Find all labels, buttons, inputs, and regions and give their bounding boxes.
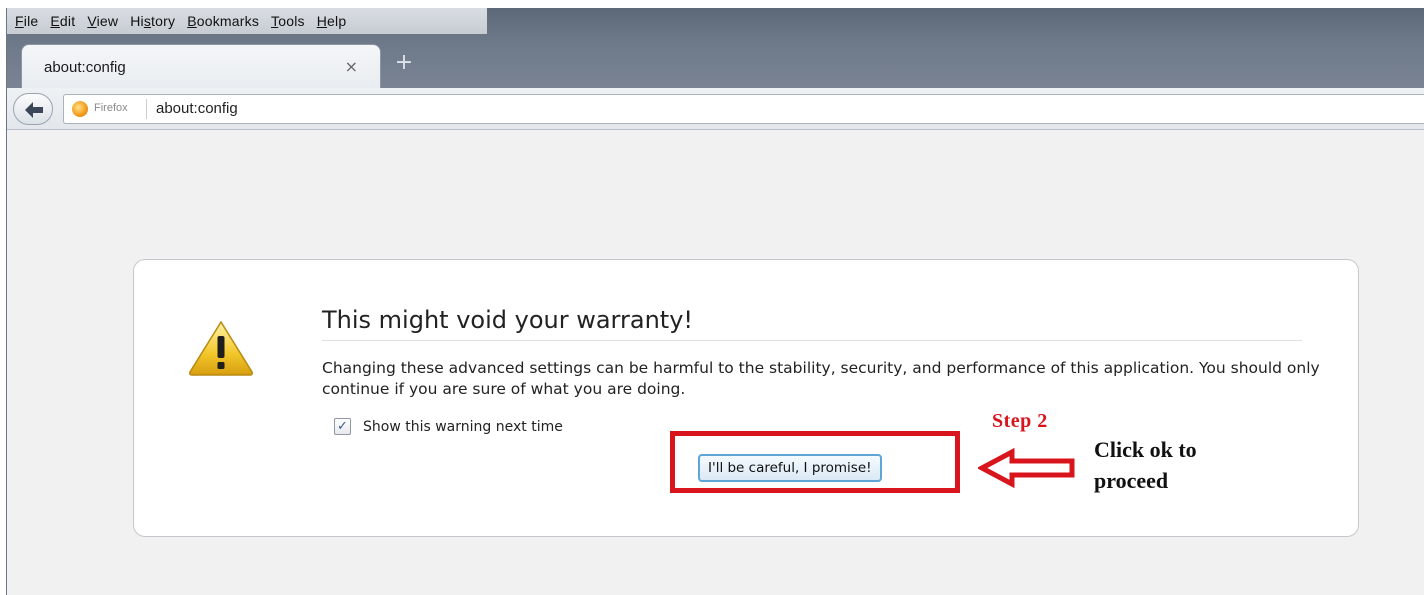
url-bar[interactable]: Firefox about:config [63,94,1424,124]
url-separator [146,99,147,119]
title-divider [322,340,1302,341]
warning-title: This might void your warranty! [322,306,694,334]
menu-history[interactable]: History [124,13,181,29]
firefox-icon [72,101,88,117]
close-icon[interactable]: × [345,57,358,76]
menu-bar: File Edit View History Bookmarks Tools H… [7,8,487,34]
menu-help[interactable]: Help [311,13,353,29]
title-chrome: File Edit View History Bookmarks Tools H… [7,8,1424,90]
annotation-instruction: Click ok to proceed [1094,434,1197,496]
back-arrow-icon [25,102,43,118]
warning-triangle-icon [189,320,253,376]
menu-view[interactable]: View [81,13,124,29]
menu-file[interactable]: File [9,13,44,29]
new-tab-button[interactable]: + [391,50,417,76]
menu-edit[interactable]: Edit [44,13,81,29]
navigation-bar: Firefox about:config [7,88,1424,130]
annotation-step-label: Step 2 [992,410,1048,432]
left-arrow-icon [978,448,1075,488]
tab-about-config[interactable]: about:config × [21,44,381,88]
annotation-line-1: Click ok to [1094,437,1197,462]
annotation-line-2: proceed [1094,468,1169,493]
show-warning-checkbox[interactable]: ✓ [334,418,351,435]
menu-bookmarks[interactable]: Bookmarks [181,13,265,29]
warning-description: Changing these advanced settings can be … [322,359,1320,398]
show-warning-row: ✓ Show this warning next time [334,418,563,435]
back-button[interactable] [13,93,53,125]
menu-tools[interactable]: Tools [265,13,311,29]
browser-window: File Edit View History Bookmarks Tools H… [6,8,1424,595]
annotation-highlight-box [670,431,960,493]
identity-label: Firefox [94,102,128,114]
show-warning-label: Show this warning next time [363,418,563,435]
tab-title: about:config [44,59,126,76]
page-content: This might void your warranty! Changing … [7,131,1424,595]
url-text[interactable]: about:config [156,100,238,117]
